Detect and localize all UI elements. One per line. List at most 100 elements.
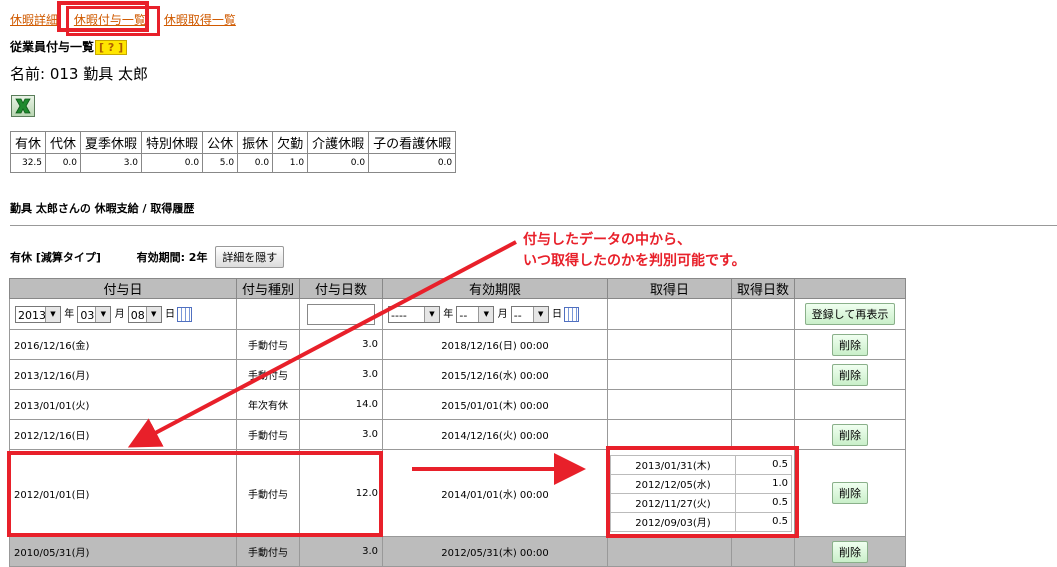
chevron-down-icon: ▼ [532,306,548,322]
employee-name: 名前: 013 勤具 太郎 [10,65,148,83]
summary-value-cell: 32.5 [9,153,47,173]
expiry-year-select[interactable]: ---- ▼ [388,305,440,323]
grid-header-row: 付与日 付与種別 付与日数 有効期限 取得日 取得日数 [9,278,906,299]
hide-details-button[interactable]: 詳細を隠す [215,246,285,268]
grid-header-cell: 付与日 [9,278,237,299]
delete-button[interactable]: 削除 [832,333,868,356]
summary-header-cell: 代休 [45,131,82,154]
validity-label: 有効期間: 2年 [136,251,208,264]
annotation-text: 付与したデータの中から、 いつ取得したのかを判別可能です。 [523,230,746,272]
grant-days-cell: 3.0 [299,329,383,360]
acquire-date-cell [607,419,732,450]
grid-header-cell: 有効期限 [382,278,608,299]
acquire-days-cell-empty [731,298,795,330]
action-cell [794,389,906,420]
table-row: 2016/12/16(金) 手動付与 3.0 2018/12/16(日) 00:00 削… [9,329,906,360]
day-unit: 日 [551,309,562,321]
summary-value-row: 32.5 0.0 3.0 0.0 5.0 0.0 1.0 0.0 0.0 [9,153,457,173]
annotation-line-1: 付与したデータの中から、 [523,232,691,248]
summary-value-cell: 5.0 [202,153,239,173]
days-input-cell [299,298,383,330]
chevron-down-icon: ▼ [478,306,494,322]
summary-header-cell: 有休 [9,131,47,154]
leave-type-row: 有休 [減算タイプ] 有効期間: 2年 詳細を隠す [10,246,285,268]
highlight-box-grant-row [7,451,383,537]
summary-header-cell: 振休 [237,131,274,154]
expiry-day-select[interactable]: -- ▼ [510,305,549,323]
grid-header-cell: 取得日数 [731,278,795,299]
chevron-down-icon: ▼ [145,306,161,322]
expiry-month-select[interactable]: -- ▼ [456,305,495,323]
grant-date-cell: 2010/05/31(月) [9,536,237,567]
register-refresh-button[interactable]: 登録して再表示 [804,303,896,325]
delete-button[interactable]: 削除 [832,423,868,446]
grant-date-cell: 2013/12/16(月) [9,359,237,390]
acquire-days-cell [731,536,795,567]
month-unit: 月 [114,309,125,321]
action-cell: 削除 [794,536,906,567]
grant-kind-cell: 手動付与 [236,359,300,390]
summary-header-cell: 特別休暇 [141,131,204,154]
action-cell: 削除 [794,419,906,450]
leave-type-label: 有休 [減算タイプ] [10,251,101,264]
grid-header-cell: 付与種別 [236,278,300,299]
help-button[interactable]: [ ? ] [95,40,128,55]
action-cell: 削除 [794,449,906,537]
kind-cell-empty [236,298,300,330]
acquire-days-cell [731,329,795,360]
delete-button[interactable]: 削除 [832,482,868,504]
acquire-date-cell [607,536,732,567]
calendar-icon[interactable] [176,306,192,322]
day-select[interactable]: 08 ▼ [127,305,162,323]
summary-value-cell: 3.0 [80,153,143,173]
grant-date-cell: 2012/12/16(日) [9,419,237,450]
filter-row: 2013 ▼ 年 03 ▼ 月 08 ▼ 日 ---- ▼ 年 -- ▼ 月 -- ▼ 日 … [9,298,906,330]
tab-acquire-list[interactable]: 休暇取得一覧 [164,13,236,27]
chevron-down-icon: ▼ [45,306,60,322]
excel-export-button[interactable] [11,95,35,117]
month-unit: 月 [497,309,508,321]
grant-kind-cell: 年次有休 [236,389,300,420]
grant-date-cell: 2013/01/01(火) [9,389,237,420]
grant-days-cell: 3.0 [299,536,383,567]
excel-icon [15,98,31,114]
summary-header-cell: 子の看護休暇 [368,131,457,154]
acquire-date-cell [607,329,732,360]
expiry-cell: 2015/12/16(水) 00:00 [382,359,608,390]
table-row: 2010/05/31(月) 手動付与 3.0 2012/05/31(木) 00:00 削… [9,536,906,567]
grant-date-cell: 2016/12/16(金) [9,329,237,360]
month-select[interactable]: 03 ▼ [77,305,112,323]
grid-header-cell: 取得日 [607,278,732,299]
summary-header-cell: 公休 [202,131,239,154]
highlight-box-tab [57,1,149,32]
year-select[interactable]: 2013 ▼ [15,305,61,323]
grant-days-input[interactable] [307,303,375,325]
calendar-icon[interactable] [563,306,579,322]
summary-header-row: 有休 代休 夏季休暇 特別休暇 公休 振休 欠勤 介護休暇 子の看護休暇 [9,131,457,154]
grid-header-cell: 付与日数 [299,278,383,299]
acquire-date-cell [607,359,732,390]
summary-value-cell: 0.0 [368,153,457,173]
grant-kind-cell: 手動付与 [236,329,300,360]
summary-value-cell: 0.0 [45,153,82,173]
tab-leave-detail[interactable]: 休暇詳細 [10,13,58,27]
action-cell: 削除 [794,359,906,390]
acquire-days-cell [731,419,795,450]
expiry-cell: 2012/05/31(木) 00:00 [382,536,608,567]
expiry-cell: 2015/01/01(木) 00:00 [382,389,608,420]
delete-button[interactable]: 削除 [832,540,868,563]
leave-summary-table: 有休 代休 夏季休暇 特別休暇 公休 振休 欠勤 介護休暇 子の看護休暇 32.5 0.0 3.0 0… [9,131,457,173]
grant-days-cell: 3.0 [299,359,383,390]
delete-button[interactable]: 削除 [832,363,868,386]
summary-header-cell: 欠勤 [272,131,309,154]
expiry-cell: 2014/01/01(水) 00:00 [382,449,608,537]
grant-kind-cell: 手動付与 [236,419,300,450]
year-unit: 年 [443,309,454,321]
expiry-picker: ---- ▼ 年 -- ▼ 月 -- ▼ 日 [382,298,608,330]
summary-value-cell: 1.0 [272,153,309,173]
summary-value-cell: 0.0 [237,153,274,173]
acquire-days-cell [731,389,795,420]
acquire-days-cell [731,359,795,390]
acquire-date-cell [607,389,732,420]
highlight-box-acquisitions [606,446,799,538]
